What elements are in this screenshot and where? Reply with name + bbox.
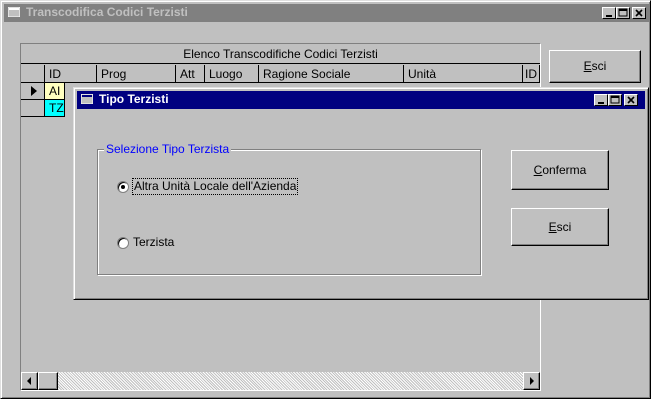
table-row-cell-id[interactable]: TZ <box>45 100 65 117</box>
groupbox-label: Selezione Tipo Terzista <box>104 142 232 156</box>
column-header-att[interactable]: Att <box>176 65 205 83</box>
main-maximize-button[interactable] <box>616 7 630 19</box>
arrow-right-icon <box>530 377 534 385</box>
row-selector[interactable] <box>21 83 45 100</box>
column-header-unita[interactable]: Unità <box>404 65 523 83</box>
column-header-id-2[interactable]: ID <box>523 65 540 83</box>
main-title: Transcodifica Codici Terzisti <box>26 5 188 19</box>
radio-label: Altra Unità Locale dell'Azienda <box>131 178 299 195</box>
maximize-icon <box>618 8 628 17</box>
table-row-cell-id[interactable]: AI <box>45 83 65 100</box>
main-exit-label: Esci <box>583 59 607 73</box>
close-icon <box>635 9 643 17</box>
dialog-close-button[interactable] <box>624 94 638 106</box>
radio-button[interactable] <box>117 237 129 249</box>
scroll-right-button[interactable] <box>523 372 540 390</box>
tipo-terzisti-dialog: Tipo Terzisti Selezione Tipo Terzista Al… <box>73 87 649 300</box>
confirm-button[interactable]: Conferma <box>511 150 609 190</box>
dialog-title: Tipo Terzisti <box>99 92 169 106</box>
maximize-icon <box>610 95 620 104</box>
main-title-bar[interactable]: Transcodifica Codici Terzisti <box>4 4 649 22</box>
grid-caption: Elenco Transcodifiche Codici Terzisti <box>21 44 540 64</box>
arrow-left-icon <box>27 377 31 385</box>
column-header-luogo[interactable]: Luogo <box>205 65 259 83</box>
scroll-thumb[interactable] <box>38 372 58 390</box>
column-header-id[interactable]: ID <box>45 65 97 83</box>
window-icon[interactable] <box>8 7 20 17</box>
scroll-left-button[interactable] <box>21 372 38 390</box>
dialog-exit-label: Esci <box>548 220 572 234</box>
dialog-title-bar[interactable]: Tipo Terzisti <box>77 91 645 109</box>
radio-button-selected[interactable] <box>117 181 129 193</box>
minimize-icon <box>606 15 612 17</box>
tipo-terzista-groupbox: Selezione Tipo Terzista Altra Unità Loca… <box>97 142 481 275</box>
column-header-ragione-sociale[interactable]: Ragione Sociale <box>259 65 404 83</box>
radio-option-terzista[interactable]: Terzista <box>117 235 237 251</box>
row-selector[interactable] <box>21 100 45 117</box>
dialog-maximize-button[interactable] <box>608 94 622 106</box>
radio-option-altra-unita[interactable]: Altra Unità Locale dell'Azienda <box>117 178 317 195</box>
minimize-icon <box>598 102 604 104</box>
main-close-button[interactable] <box>632 7 646 19</box>
current-row-arrow-icon <box>31 86 37 96</box>
column-header-prog[interactable]: Prog <box>97 65 176 83</box>
dialog-exit-button[interactable]: Esci <box>511 208 609 246</box>
main-exit-button[interactable]: Esci <box>549 50 641 83</box>
main-minimize-button[interactable] <box>602 7 616 19</box>
dialog-minimize-button[interactable] <box>594 94 608 106</box>
horizontal-scrollbar[interactable] <box>21 372 540 390</box>
confirm-label: Conferma <box>533 163 587 177</box>
row-selector-header <box>21 65 45 83</box>
radio-label: Terzista <box>133 235 175 249</box>
window-icon[interactable] <box>81 94 93 104</box>
close-icon <box>627 96 635 104</box>
